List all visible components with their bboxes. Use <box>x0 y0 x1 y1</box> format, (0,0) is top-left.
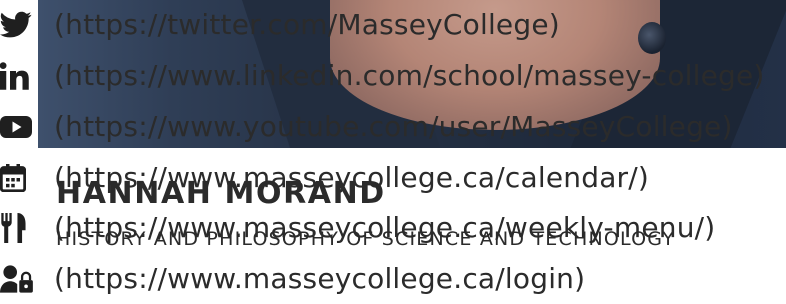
twitter-icon <box>0 7 40 43</box>
calendar-icon <box>0 160 40 196</box>
nav-link-login[interactable]: (https://www.masseycollege.ca/login) <box>0 259 585 299</box>
profile-department: HISTORY AND PHILOSOPHY OF SCIENCE AND TE… <box>56 228 676 250</box>
social-link-linkedin[interactable]: (https://www.linkedin.com/school/massey-… <box>0 56 765 96</box>
linkedin-icon <box>0 58 40 94</box>
link-text[interactable]: (https://twitter.com/MasseyCollege) <box>54 11 560 39</box>
user-lock-icon <box>0 261 40 297</box>
photo-button <box>638 22 666 54</box>
profile-name: HANNAH MORAND <box>56 176 386 211</box>
youtube-icon <box>0 109 40 145</box>
link-text[interactable]: (https://www.masseycollege.ca/login) <box>54 265 585 293</box>
link-text[interactable]: (https://www.linkedin.com/school/massey-… <box>54 62 765 90</box>
link-text[interactable]: (https://www.youtube.com/user/MasseyColl… <box>54 113 733 141</box>
social-link-youtube[interactable]: (https://www.youtube.com/user/MasseyColl… <box>0 107 733 147</box>
social-link-twitter[interactable]: (https://twitter.com/MasseyCollege) <box>0 5 560 45</box>
utensils-icon <box>0 210 40 246</box>
